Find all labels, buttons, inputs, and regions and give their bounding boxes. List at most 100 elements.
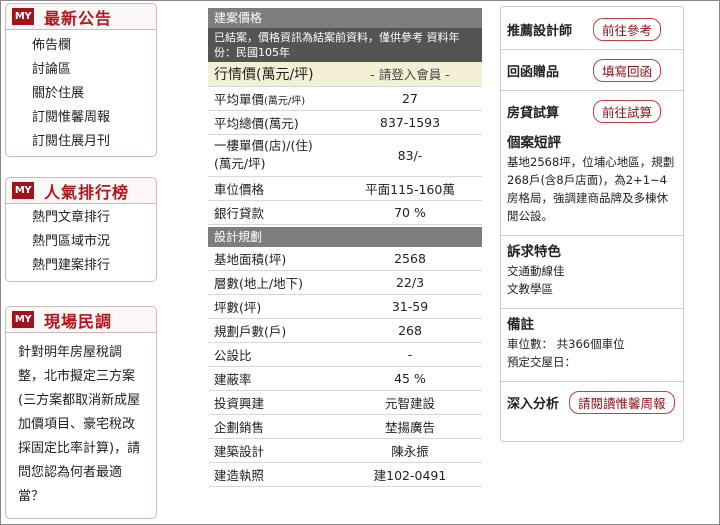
table-row: 銀行貸款 70 % bbox=[208, 200, 482, 225]
poll-panel: MY 現場民調 針對明年房屋稅調整，北市擬定三方案(三方案都取消新成屋加價項目、… bbox=[5, 306, 157, 519]
table-row: 規劃戶數(戶) 268 bbox=[208, 318, 482, 343]
gift-label: 回函贈品 bbox=[507, 64, 560, 80]
table-row: 行情價(萬元/坪) - 請登入會員 - bbox=[208, 62, 482, 87]
announce-title: 最新公告 bbox=[44, 8, 113, 28]
my-logo-icon: MY bbox=[12, 182, 34, 199]
side-panel: 推薦設計師 前往參考 回函贈品 填寫回函 房貸試算 前往試算 個案短評 基地25… bbox=[500, 6, 684, 442]
row-value: 平面115-160萬 bbox=[338, 176, 482, 201]
rank-articles-link[interactable]: 熱門文章排行 bbox=[32, 206, 156, 230]
row-key: 規劃戶數(戶) bbox=[208, 318, 338, 343]
row-value: 埜揚廣告 bbox=[338, 414, 482, 439]
gift-row: 回函贈品 填寫回函 bbox=[507, 54, 677, 86]
ranking-header: MY 人氣排行榜 bbox=[6, 178, 156, 204]
row-value: 2568 bbox=[338, 246, 482, 271]
loan-label: 房貸試算 bbox=[507, 105, 560, 121]
row-value: 31-59 bbox=[338, 294, 482, 319]
feature-item: 文教學區 bbox=[507, 282, 553, 296]
remark-item: 車位數： 共366個車位 bbox=[507, 337, 625, 351]
row-value: 27 bbox=[338, 86, 482, 111]
announce-header: MY 最新公告 bbox=[6, 4, 156, 30]
divider bbox=[501, 90, 683, 91]
plan-table: 基地面積(坪) 2568 層數(地上/地下) 22/3 坪數(坪) 31-59 規劃戶… bbox=[208, 246, 482, 487]
row-value: 837-1593 bbox=[338, 110, 482, 135]
review-text: 基地2568坪，位埔心地區，規劃268戶(含8戶店面)，為2+1~4房格局，強調… bbox=[507, 155, 675, 223]
loan-row: 房貸試算 前往試算 bbox=[507, 95, 677, 127]
row-key: 平均單價(萬元/坪) bbox=[208, 86, 338, 111]
review-title: 個案短評 bbox=[507, 135, 561, 151]
table-row: 企劃銷售 埜揚廣告 bbox=[208, 414, 482, 439]
row-value: 70 % bbox=[338, 200, 482, 225]
row-value: 83/- bbox=[338, 134, 482, 177]
ranking-panel: MY 人氣排行榜 熱門文章排行 熱門區域市況 熱門建案排行 bbox=[5, 177, 157, 282]
table-row: 公設比 - bbox=[208, 342, 482, 367]
row-value: 陳永振 bbox=[338, 438, 482, 463]
poll-question[interactable]: 針對明年房屋稅調整，北市擬定三方案(三方案都取消新成屋加價項目、豪宅稅改採固定比… bbox=[6, 333, 156, 519]
nav-monthly-link[interactable]: 訂閱住展月刊 bbox=[32, 130, 156, 154]
table-row: 建造執照 建102-0491 bbox=[208, 462, 482, 487]
divider bbox=[501, 235, 683, 236]
deep-label: 深入分析 bbox=[507, 396, 560, 412]
divider bbox=[501, 49, 683, 50]
row-key: 車位價格 bbox=[208, 176, 338, 201]
row-key: 平均總價(萬元) bbox=[208, 110, 338, 135]
price-table: 行情價(萬元/坪) - 請登入會員 - 平均單價(萬元/坪) 27 平均總價(萬… bbox=[208, 62, 482, 225]
rank-projects-link[interactable]: 熱門建案排行 bbox=[32, 254, 156, 278]
price-section-header: 建案價格 bbox=[208, 8, 482, 28]
table-row: 車位價格 平面115-160萬 bbox=[208, 176, 482, 201]
row-key: 建築設計 bbox=[208, 438, 338, 463]
my-logo-icon: MY bbox=[12, 311, 34, 328]
deep-row: 深入分析 請閱讀惟馨周報 bbox=[507, 386, 677, 418]
announce-panel: MY 最新公告 佈告欄 討論區 關於住展 訂閱惟馨周報 訂閱住展月刊 bbox=[5, 3, 157, 157]
price-note: 已結案，價格資訊為結案前資料，僅供參考 資料年份：民國105年 bbox=[208, 28, 482, 62]
table-row: 層數(地上/地下) 22/3 bbox=[208, 270, 482, 295]
my-logo-icon: MY bbox=[12, 8, 34, 25]
nav-forum-link[interactable]: 討論區 bbox=[32, 58, 156, 82]
row-key: 企劃銷售 bbox=[208, 414, 338, 439]
table-row: 一樓單價(店)/(住) (萬元/坪) 83/- bbox=[208, 134, 482, 177]
row-value: 22/3 bbox=[338, 270, 482, 295]
feature-item: 交通動線佳 bbox=[507, 264, 565, 278]
row-key: 建造執照 bbox=[208, 462, 338, 487]
read-weekly-button[interactable]: 請閱讀惟馨周報 bbox=[569, 390, 675, 414]
member-login-prompt[interactable]: - 請登入會員 - bbox=[338, 62, 482, 87]
table-row: 坪數(坪) 31-59 bbox=[208, 294, 482, 319]
row-key: 層數(地上/地下) bbox=[208, 270, 338, 295]
plan-section-header: 設計規劃 bbox=[208, 226, 482, 247]
project-info: 建案價格 已結案，價格資訊為結案前資料，僅供參考 資料年份：民國105年 行情價… bbox=[208, 8, 482, 487]
row-key: 銀行貸款 bbox=[208, 200, 338, 225]
row-value: 268 bbox=[338, 318, 482, 343]
designer-label: 推薦設計師 bbox=[507, 23, 573, 39]
remark-title: 備註 bbox=[507, 317, 534, 333]
row-value: 元智建設 bbox=[338, 390, 482, 415]
row-value: - bbox=[338, 342, 482, 367]
poll-header: MY 現場民調 bbox=[6, 307, 156, 333]
poll-title: 現場民調 bbox=[44, 311, 113, 331]
row-value: 45 % bbox=[338, 366, 482, 391]
fill-reply-button[interactable]: 填寫回函 bbox=[593, 58, 662, 82]
row-value: 建102-0491 bbox=[338, 462, 482, 487]
row-key: 公設比 bbox=[208, 342, 338, 367]
table-row: 平均總價(萬元) 837-1593 bbox=[208, 110, 482, 135]
loan-calc-button[interactable]: 前往試算 bbox=[593, 99, 662, 123]
table-row: 建蔽率 45 % bbox=[208, 366, 482, 391]
table-row: 平均單價(萬元/坪) 27 bbox=[208, 86, 482, 111]
feature-title: 訴求特色 bbox=[507, 244, 561, 260]
nav-weekly-link[interactable]: 訂閱惟馨周報 bbox=[32, 106, 156, 130]
remark-item: 預定交屋日： bbox=[507, 355, 576, 369]
view-designer-button[interactable]: 前往參考 bbox=[593, 17, 662, 41]
row-key: 坪數(坪) bbox=[208, 294, 338, 319]
row-key: 基地面積(坪) bbox=[208, 246, 338, 271]
table-row: 建築設計 陳永振 bbox=[208, 438, 482, 463]
rank-areas-link[interactable]: 熱門區域市況 bbox=[32, 230, 156, 254]
designer-row: 推薦設計師 前往參考 bbox=[507, 13, 677, 45]
table-row: 基地面積(坪) 2568 bbox=[208, 246, 482, 271]
row-key: 行情價(萬元/坪) bbox=[208, 62, 338, 87]
row-key: 投資興建 bbox=[208, 390, 338, 415]
divider bbox=[501, 381, 683, 382]
nav-about-link[interactable]: 關於住展 bbox=[32, 82, 156, 106]
table-row: 投資興建 元智建設 bbox=[208, 390, 482, 415]
nav-bulletin-link[interactable]: 佈告欄 bbox=[32, 34, 156, 58]
row-key: 建蔽率 bbox=[208, 366, 338, 391]
ranking-title: 人氣排行榜 bbox=[44, 182, 130, 202]
divider bbox=[501, 308, 683, 309]
